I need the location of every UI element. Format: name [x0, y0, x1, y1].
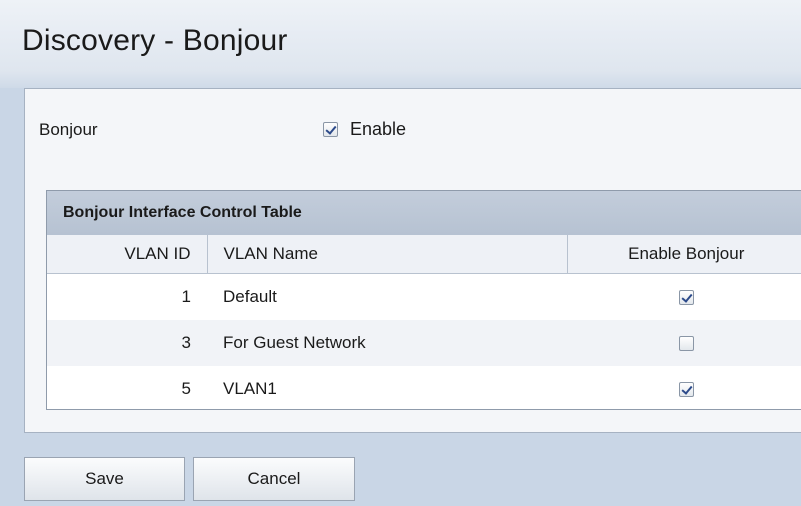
table-row: 1 Default [47, 274, 801, 321]
table-header-row: VLAN ID VLAN Name Enable Bonjour [47, 235, 801, 274]
enable-bonjour-checkbox[interactable] [678, 336, 694, 352]
enable-bonjour-cell [567, 320, 801, 366]
cancel-button[interactable]: Cancel [193, 457, 355, 501]
enable-bonjour-checkbox[interactable] [678, 290, 694, 306]
enable-bonjour-checkbox[interactable] [678, 382, 694, 398]
vlan-id-cell: 1 [181, 287, 191, 306]
interface-table: VLAN ID VLAN Name Enable Bonjour 1 Defau… [47, 235, 801, 412]
table-row: 5 VLAN1 [47, 366, 801, 412]
vlan-name-cell: Default [223, 287, 277, 306]
vlan-id-cell: 3 [47, 320, 207, 366]
page-header: Discovery - Bonjour [0, 0, 801, 88]
bonjour-label: Bonjour [39, 120, 98, 139]
save-button[interactable]: Save [24, 457, 185, 501]
bonjour-enable-label: Enable [350, 119, 407, 139]
table-row: 3 For Guest Network [47, 320, 801, 366]
bonjour-enable[interactable]: Enable [323, 119, 406, 140]
enable-bonjour-cell [567, 274, 801, 321]
vlan-name-cell: VLAN1 [223, 379, 277, 398]
column-header-vlan-name: VLAN Name [207, 235, 568, 274]
column-header-vlan-id: VLAN ID [47, 235, 208, 274]
enable-bonjour-cell [567, 366, 801, 412]
page-title: Discovery - Bonjour [22, 24, 288, 57]
table-caption: Bonjour Interface Control Table [47, 191, 801, 235]
column-header-enable-bonjour: Enable Bonjour [567, 235, 801, 274]
bonjour-interface-table: Bonjour Interface Control Table VLAN ID … [46, 190, 801, 410]
vlan-name-cell: For Guest Network [207, 320, 567, 366]
bonjour-enable-checkbox[interactable] [323, 122, 338, 137]
vlan-id-cell: 5 [181, 379, 191, 398]
